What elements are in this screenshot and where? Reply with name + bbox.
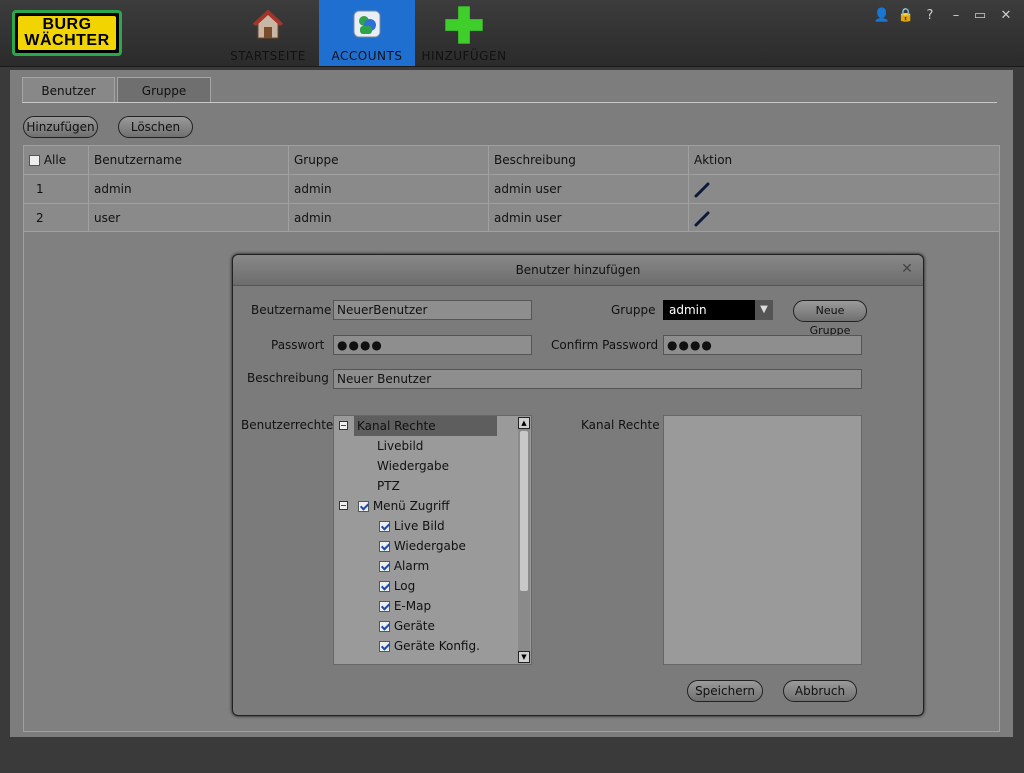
row-description: admin user [489,175,689,203]
row-username: user [89,204,289,232]
nav-label: HINZUFÜGEN [421,49,507,63]
select-all-checkbox[interactable] [29,155,40,166]
checkbox-icon[interactable] [379,621,390,632]
tree-item[interactable]: Livebild [377,436,423,456]
confirm-password-input[interactable]: ●●●● [663,335,862,355]
user-table: Alle Benutzername Gruppe Beschreibung Ak… [23,145,1000,232]
header-all: Alle [43,153,67,167]
scroll-thumb[interactable] [520,431,528,591]
add-user-dialog: Benutzer hinzufügen ✕ Beutzername NeuerB… [232,254,924,716]
username-input[interactable]: NeuerBenutzer [333,300,532,320]
tree-item[interactable]: Alarm [379,556,429,576]
accounts-icon [353,10,381,38]
tree-item[interactable]: PTZ [377,476,400,496]
checkbox-icon[interactable] [379,561,390,572]
group-select-value: admin [669,303,707,317]
add-user-button[interactable]: Hinzufügen [23,116,98,138]
checkbox-icon[interactable] [379,541,390,552]
nav-accounts[interactable]: ACCOUNTS [319,0,415,66]
password-label: Passwort [271,338,325,352]
collapse-icon[interactable] [339,501,348,510]
description-label: Beschreibung [247,371,329,385]
nav-startseite[interactable]: STARTSEITE [220,0,316,66]
channel-rights-label: Kanal Rechte [581,418,660,432]
tree-item[interactable]: Wiedergabe [379,536,466,556]
group-select[interactable]: admin ▼ [663,300,773,320]
tree-item[interactable]: Geräte Konfig. [379,636,480,656]
header-group: Gruppe [289,146,489,174]
edit-pencil-icon[interactable] [694,182,710,198]
lock-icon[interactable]: 🔒 [896,8,916,23]
tree-item[interactable]: Log [379,576,415,596]
scroll-up-icon[interactable]: ▲ [518,417,530,429]
brand-line2: WÄCHTER [24,32,110,49]
tree-item[interactable]: Geräte [379,616,435,636]
username-label: Beutzername [251,303,332,317]
tree-scrollbar[interactable]: ▲ ▼ [518,417,530,663]
dialog-title: Benutzer hinzufügen [233,255,923,286]
tree-node-menu-access[interactable]: Menü Zugriff [358,496,450,516]
scroll-down-icon[interactable]: ▼ [518,651,530,663]
row-group: admin [289,204,489,232]
description-input[interactable]: Neuer Benutzer [333,369,862,389]
checkbox-icon[interactable] [379,641,390,652]
row-index: 1 [24,175,89,203]
group-label: Gruppe [611,303,656,317]
header-username: Benutzername [89,146,289,174]
table-header: Alle Benutzername Gruppe Beschreibung Ak… [24,146,999,175]
checkbox-icon[interactable] [379,581,390,592]
collapse-icon[interactable] [339,421,348,430]
checkbox-icon[interactable] [379,521,390,532]
delete-user-button[interactable]: Löschen [118,116,193,138]
row-username: admin [89,175,289,203]
channel-rights-panel[interactable] [663,415,862,665]
house-icon [252,9,284,39]
row-group: admin [289,175,489,203]
table-row[interactable]: 1 admin admin admin user [24,175,999,204]
nav-hinzufuegen[interactable]: HINZUFÜGEN [416,0,512,66]
dialog-close-icon[interactable]: ✕ [899,261,915,277]
tree-item[interactable]: E-Map [379,596,431,616]
row-description: admin user [489,204,689,232]
tab-benutzer[interactable]: Benutzer [22,77,115,103]
new-group-button[interactable]: Neue Gruppe [793,300,867,337]
tree-item[interactable]: Wiedergabe [377,456,449,476]
nav-label: ACCOUNTS [331,49,403,63]
header-description: Beschreibung [489,146,689,174]
checkbox-icon[interactable] [379,601,390,612]
brand-line1: BURG [42,16,92,33]
nav-label: STARTSEITE [230,49,306,63]
tab-divider [22,102,997,103]
confirm-password-label: Confirm Password [551,338,659,352]
save-button[interactable]: Speichern [687,680,763,702]
chevron-down-icon[interactable]: ▼ [755,300,773,320]
brand-logo: BURG WÄCHTER [12,10,122,56]
help-icon[interactable]: ? [920,8,940,23]
tree-item[interactable]: Live Bild [379,516,445,536]
row-index: 2 [24,204,89,232]
maximize-icon[interactable]: ▭ [970,8,990,23]
tab-gruppe[interactable]: Gruppe [117,77,211,103]
user-rights-label: Benutzerrechte [241,418,334,432]
user-icon[interactable]: 👤 [872,8,892,23]
rights-tree: Kanal Rechte Livebild Wiedergabe PTZ Men… [333,415,532,665]
close-icon[interactable]: ✕ [996,8,1016,23]
minimize-icon[interactable]: – [946,8,966,23]
header-action: Aktion [694,153,733,167]
tree-node-channel-rights[interactable]: Kanal Rechte [354,416,497,436]
plus-icon [445,6,483,44]
password-input[interactable]: ●●●● [333,335,532,355]
top-bar: BURG WÄCHTER STARTSEITE ACCOUNTS HINZUFÜ… [0,0,1024,67]
checkbox-icon[interactable] [358,501,369,512]
edit-pencil-icon[interactable] [694,211,710,227]
cancel-button[interactable]: Abbruch [783,680,857,702]
table-row[interactable]: 2 user admin admin user [24,204,999,232]
